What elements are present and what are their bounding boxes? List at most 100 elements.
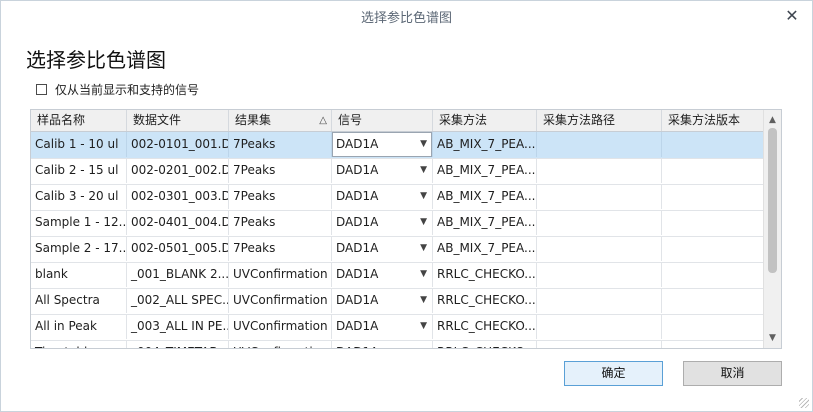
column-header-4[interactable]: 采集方法 [433, 110, 537, 131]
dropdown-arrow-icon[interactable]: ▼ [420, 288, 427, 313]
table-row[interactable]: Calib 3 - 20 ul 002-0301_003.D 7Peaks DAD1A… [31, 184, 764, 211]
table-row[interactable]: blank _001_BLANK 2... UVConfirmation DAD1A ▼… [31, 262, 764, 289]
cell-text: DAD1A [336, 189, 379, 203]
dropdown-arrow-icon[interactable]: ▼ [420, 210, 427, 235]
dropdown-arrow-icon[interactable]: ▼ [420, 132, 427, 157]
cell-path [537, 158, 662, 183]
filter-label: 仅从当前显示和支持的信号 [55, 82, 200, 97]
cell-method: AB_MIX_7_PEA... [433, 158, 537, 183]
cell-text: Sample 2 - 17... [35, 241, 127, 255]
cell-text: Timetable [35, 345, 95, 348]
column-header-5[interactable]: 采集方法路径 [537, 110, 662, 131]
cancel-button[interactable]: 取消 [683, 361, 782, 386]
cell-resultset: 7Peaks [229, 132, 332, 157]
table-row[interactable]: Calib 2 - 15 ul 002-0201_002.D 7Peaks DAD1A… [31, 158, 764, 185]
cell-text: RRLC_CHECKO... [437, 293, 536, 307]
cell-text: 002-0101_001.D [131, 137, 229, 151]
column-header-label: 采集方法路径 [543, 113, 616, 127]
cell-text: 002-0501_005.D [131, 241, 229, 255]
cell-resultset: 7Peaks [229, 158, 332, 183]
cell-text: 7Peaks [233, 189, 276, 203]
cell-text: 7Peaks [233, 137, 276, 151]
cell-text: 002-0201_002.D [131, 163, 229, 177]
filter-checkbox[interactable] [36, 83, 47, 95]
cell-sample: Timetable [31, 340, 127, 348]
column-header-0[interactable]: 样品名称 [31, 110, 127, 131]
table-row[interactable]: Sample 1 - 12... 002-0401_004.D 7Peaks DAD1… [31, 210, 764, 237]
cell-version [662, 184, 764, 209]
close-icon[interactable]: ✕ [782, 6, 802, 26]
cell-resultset: 7Peaks [229, 210, 332, 235]
table-row[interactable]: Sample 2 - 17... 002-0501_005.D 7Peaks DAD1… [31, 236, 764, 263]
table-row[interactable]: Calib 1 - 10 ul 002-0101_001.D 7Peaks DAD1A… [31, 132, 764, 159]
reference-grid[interactable]: 样品名称 数据文件 结果集 △ 信号 采集方法 采集方法路径 采集方法版本 Calib 1 -… [30, 109, 782, 349]
cell-text: AB_MIX_7_PEA... [437, 215, 536, 229]
column-header-label: 样品名称 [37, 113, 86, 127]
column-header-label: 采集方法版本 [668, 113, 741, 127]
cell-text: _004_TIMETAB... [131, 345, 228, 348]
cell-signal[interactable]: DAD1A ▼ [332, 210, 433, 235]
cell-signal[interactable]: DAD1A ▼ [332, 158, 433, 183]
cell-version [662, 158, 764, 183]
cell-text: _003_ALL IN PE... [131, 319, 229, 333]
cell-version [662, 132, 764, 157]
title-bar[interactable]: 选择参比色谱图 ✕ [1, 1, 812, 31]
cell-sample: Calib 1 - 10 ul [31, 132, 127, 157]
cell-text: 7Peaks [233, 215, 276, 229]
cell-method: RRLC_CHECKO... [433, 314, 537, 339]
cell-resultset: 7Peaks [229, 236, 332, 261]
resize-grip-icon[interactable] [799, 398, 809, 408]
cell-text: DAD1A [336, 319, 379, 333]
cell-signal[interactable]: DAD1A ▼ [332, 314, 433, 339]
cell-text: _001_BLANK 2... [131, 267, 229, 281]
cell-signal[interactable]: DAD1A ▼ [332, 132, 433, 157]
cell-path [537, 236, 662, 261]
vertical-scrollbar[interactable]: ▲ ▼ [763, 110, 781, 348]
cell-signal[interactable]: DAD1A ▼ [332, 236, 433, 261]
column-header-2[interactable]: 结果集 △ [229, 110, 332, 131]
sort-ascending-icon: △ [319, 115, 327, 126]
cell-resultset: UVConfirmation [229, 314, 332, 339]
dropdown-arrow-icon[interactable]: ▼ [420, 184, 427, 209]
cell-path [537, 340, 662, 348]
cell-path [537, 132, 662, 157]
dropdown-arrow-icon[interactable]: ▼ [420, 314, 427, 339]
cell-signal[interactable]: DAD1A ▼ [332, 288, 433, 313]
filter-option[interactable]: 仅从当前显示和支持的信号 [36, 81, 199, 97]
cell-signal[interactable]: DAD1A ▼ [332, 340, 433, 348]
cell-file: 002-0501_005.D [127, 236, 229, 261]
scroll-down-icon[interactable]: ▼ [764, 330, 781, 346]
cell-text: RRLC_CHECKO... [437, 319, 536, 333]
cell-signal[interactable]: DAD1A ▼ [332, 262, 433, 287]
cell-text: Sample 1 - 12... [35, 215, 127, 229]
scroll-up-icon[interactable]: ▲ [764, 112, 781, 128]
cell-text: UVConfirmation [233, 293, 328, 307]
cell-text: RRLC_CHECKO... [437, 267, 536, 281]
column-header-label: 数据文件 [133, 113, 182, 127]
scroll-thumb[interactable] [768, 128, 777, 273]
cell-file: 002-0201_002.D [127, 158, 229, 183]
cell-method: AB_MIX_7_PEA... [433, 210, 537, 235]
column-header-3[interactable]: 信号 [332, 110, 433, 131]
cell-text: All Spectra [35, 293, 100, 307]
cell-method: RRLC_CHECKO... [433, 262, 537, 287]
cell-version [662, 340, 764, 348]
ok-button[interactable]: 确定 [564, 361, 663, 386]
table-row[interactable]: All in Peak _003_ALL IN PE... UVConfirmati… [31, 314, 764, 341]
cell-method: RRLC_CHECKO... [433, 288, 537, 313]
cell-signal[interactable]: DAD1A ▼ [332, 184, 433, 209]
table-row[interactable]: Timetable _004_TIMETAB... UVConfirmation DA… [31, 340, 764, 348]
dropdown-arrow-icon[interactable]: ▼ [420, 236, 427, 261]
cell-sample: Calib 2 - 15 ul [31, 158, 127, 183]
column-header-1[interactable]: 数据文件 [127, 110, 229, 131]
cell-text: 7Peaks [233, 241, 276, 255]
table-row[interactable]: All Spectra _002_ALL SPEC... UVConfirmatio… [31, 288, 764, 315]
cell-text: 002-0301_003.D [131, 189, 229, 203]
dropdown-arrow-icon[interactable]: ▼ [420, 158, 427, 183]
dialog-heading: 选择参比色谱图 [26, 48, 166, 72]
cell-text: UVConfirmation [233, 319, 328, 333]
cell-path [537, 210, 662, 235]
column-header-6[interactable]: 采集方法版本 [662, 110, 764, 131]
dropdown-arrow-icon[interactable]: ▼ [420, 262, 427, 287]
dropdown-arrow-icon[interactable]: ▼ [420, 340, 427, 348]
